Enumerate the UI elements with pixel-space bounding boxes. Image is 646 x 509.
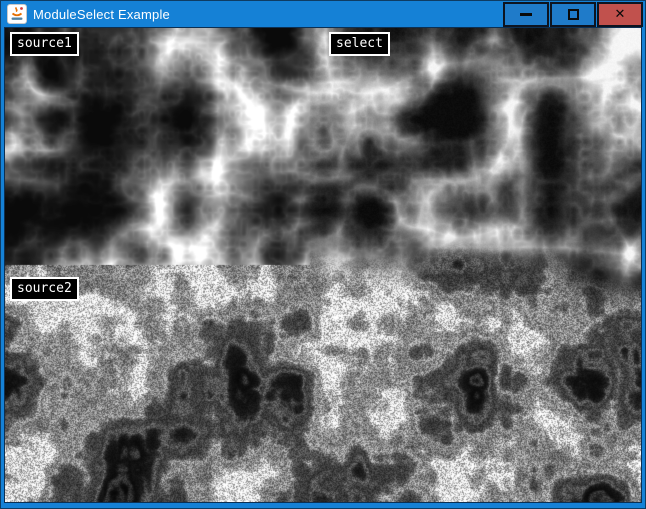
java-app-icon: [7, 4, 27, 24]
minimize-button[interactable]: [503, 2, 549, 27]
window-controls: ✕: [502, 2, 643, 27]
maximize-icon: [568, 9, 579, 20]
maximize-button[interactable]: [550, 2, 596, 27]
app-window: ModuleSelect Example ✕ source1 select so…: [0, 0, 646, 509]
title-bar[interactable]: ModuleSelect Example ✕: [1, 1, 645, 28]
close-icon: ✕: [615, 8, 626, 21]
noise-render-canvas: [5, 28, 641, 502]
minimize-icon: [520, 13, 532, 16]
render-area: source1 select source2: [5, 28, 641, 502]
select-label: select: [329, 32, 390, 56]
source1-label: source1: [10, 32, 79, 56]
source2-label: source2: [10, 277, 79, 301]
close-button[interactable]: ✕: [597, 2, 643, 27]
window-title: ModuleSelect Example: [33, 1, 170, 28]
